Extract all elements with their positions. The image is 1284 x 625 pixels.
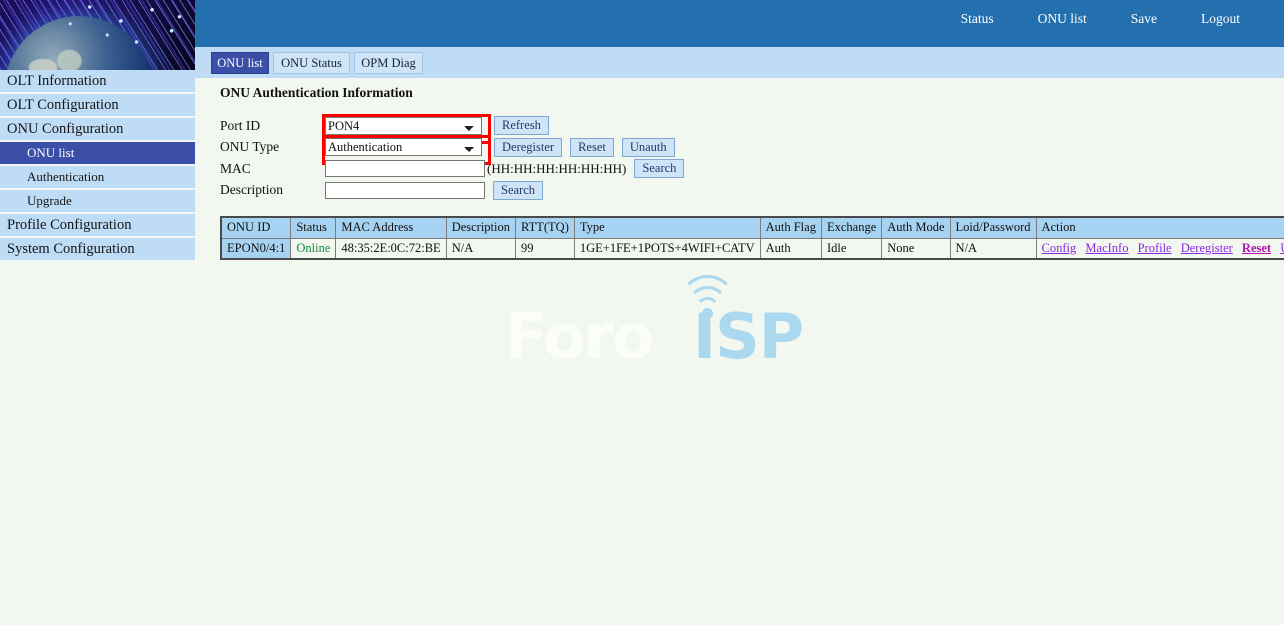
onu-type-highlight-box: Authentication	[325, 138, 482, 156]
table-row: EPON0/4:1 Online 48:35:2E:0C:72:BE N/A 9…	[221, 238, 1284, 259]
tab-onu-status[interactable]: ONU Status	[273, 52, 350, 74]
unauth-button[interactable]: Unauth	[622, 138, 675, 157]
wifi-arc-middle-icon	[687, 286, 728, 327]
sidebar-item-label: Profile Configuration	[7, 217, 131, 234]
tab-onu-list[interactable]: ONU list	[211, 52, 269, 74]
sidebar-item-label: ONU list	[27, 145, 74, 161]
column-header-mac-address: MAC Address	[336, 217, 446, 238]
description-label: Description	[220, 182, 325, 198]
sidebar-item-olt-configuration[interactable]: OLT Configuration	[0, 94, 195, 118]
sidebar-item-label: System Configuration	[7, 241, 135, 258]
watermark-text-foro: Foro	[505, 300, 653, 373]
tab-opm-diag[interactable]: OPM Diag	[354, 52, 423, 74]
action-link-config[interactable]: Config	[1042, 241, 1077, 255]
cell-mac-address: 48:35:2E:0C:72:BE	[336, 238, 446, 259]
nav-link-status[interactable]: Status	[939, 11, 1016, 27]
column-header-action: Action	[1036, 217, 1284, 238]
mac-label: MAC	[220, 161, 325, 177]
mac-format-hint: (HH:HH:HH:HH:HH:HH)	[487, 161, 626, 177]
sidebar-item-profile-configuration[interactable]: Profile Configuration	[0, 214, 195, 238]
action-link-deregister[interactable]: Deregister	[1181, 241, 1233, 255]
onu-list-table: ONU ID Status MAC Address Description RT…	[220, 216, 1284, 260]
sidebar-item-label: OLT Information	[7, 73, 106, 90]
wifi-dot-icon	[702, 308, 713, 319]
sidebar-item-authentication[interactable]: Authentication	[0, 166, 195, 190]
nav-link-save[interactable]: Save	[1109, 11, 1179, 27]
sidebar-item-label: ONU Configuration	[7, 121, 123, 138]
column-header-exchange: Exchange	[821, 217, 881, 238]
main-content: ONU Authentication Information Foro ISP …	[195, 78, 1284, 625]
top-nav-links: Status ONU list Save Logout	[939, 11, 1262, 27]
light-sparks-decoration	[0, 0, 195, 70]
column-header-loid-password: Loid/Password	[950, 217, 1036, 238]
tab-strip: ONU list ONU Status OPM Diag	[195, 47, 1284, 78]
sidebar-item-label: Upgrade	[27, 193, 72, 209]
cell-loid-password: N/A	[950, 238, 1036, 259]
sidebar-item-upgrade[interactable]: Upgrade	[0, 190, 195, 214]
search-description-button[interactable]: Search	[493, 181, 543, 200]
action-link-unauth[interactable]: Unauth	[1280, 241, 1284, 255]
page-title: ONU Authentication Information	[220, 85, 413, 101]
column-header-auth-mode: Auth Mode	[882, 217, 950, 238]
cell-auth-flag: Auth	[760, 238, 821, 259]
column-header-auth-flag: Auth Flag	[760, 217, 821, 238]
form-row-port-id: Port ID PON4 Refresh	[220, 115, 684, 137]
mac-input[interactable]	[325, 160, 485, 177]
cell-exchange: Idle	[821, 238, 881, 259]
nav-link-onu-list[interactable]: ONU list	[1016, 11, 1109, 27]
cell-actions: Config MacInfo Profile Deregister Reset …	[1036, 238, 1284, 259]
cell-auth-mode: None	[882, 238, 950, 259]
logo-banner	[0, 0, 195, 70]
table-header-row: ONU ID Status MAC Address Description RT…	[221, 217, 1284, 238]
cell-rtt-tq: 99	[516, 238, 575, 259]
refresh-button[interactable]: Refresh	[494, 116, 549, 135]
deregister-button[interactable]: Deregister	[494, 138, 562, 157]
column-header-onu-id: ONU ID	[221, 217, 291, 238]
forolsp-watermark: Foro ISP	[505, 268, 805, 378]
reset-button[interactable]: Reset	[570, 138, 614, 157]
action-link-profile[interactable]: Profile	[1138, 241, 1172, 255]
sidebar-item-system-configuration[interactable]: System Configuration	[0, 238, 195, 262]
port-id-label: Port ID	[220, 118, 325, 134]
onu-type-label: ONU Type	[220, 139, 325, 155]
form-row-mac: MAC (HH:HH:HH:HH:HH:HH) Search	[220, 158, 684, 180]
nav-link-logout[interactable]: Logout	[1179, 11, 1262, 27]
action-link-reset[interactable]: Reset	[1242, 241, 1271, 255]
cell-onu-id: EPON0/4:1	[221, 238, 291, 259]
action-link-macinfo[interactable]: MacInfo	[1085, 241, 1128, 255]
sidebar-navigation: OLT Information OLT Configuration ONU Co…	[0, 70, 195, 262]
onu-filter-form: Port ID PON4 Refresh ONU Type Authentica…	[220, 115, 684, 201]
sidebar-item-onu-configuration[interactable]: ONU Configuration	[0, 118, 195, 142]
search-mac-button[interactable]: Search	[634, 159, 684, 178]
port-id-highlight-box: PON4	[325, 117, 482, 135]
top-navigation-bar: Status ONU list Save Logout	[195, 0, 1284, 47]
sidebar-item-onu-list[interactable]: ONU list	[0, 142, 195, 166]
form-row-onu-type: ONU Type Authentication Deregister Reset…	[220, 137, 684, 159]
column-header-description: Description	[446, 217, 515, 238]
description-input[interactable]	[325, 182, 485, 199]
sidebar-item-label: Authentication	[27, 169, 104, 185]
cell-description: N/A	[446, 238, 515, 259]
wifi-arc-outer-icon	[679, 275, 736, 332]
sidebar-item-label: OLT Configuration	[7, 97, 119, 114]
onu-type-select[interactable]: Authentication	[325, 138, 482, 156]
cell-status: Online	[291, 238, 336, 259]
watermark-text-isp: ISP	[693, 300, 803, 373]
wifi-arc-inner-icon	[695, 297, 720, 322]
column-header-type: Type	[574, 217, 760, 238]
cell-type: 1GE+1FE+1POTS+4WIFI+CATV	[574, 238, 760, 259]
sidebar-item-olt-information[interactable]: OLT Information	[0, 70, 195, 94]
column-header-status: Status	[291, 217, 336, 238]
column-header-rtt-tq: RTT(TQ)	[516, 217, 575, 238]
form-row-description: Description Search	[220, 180, 684, 202]
header-banner-row: Status ONU list Save Logout ONU list ONU…	[0, 0, 1284, 70]
port-id-select[interactable]: PON4	[325, 117, 482, 135]
